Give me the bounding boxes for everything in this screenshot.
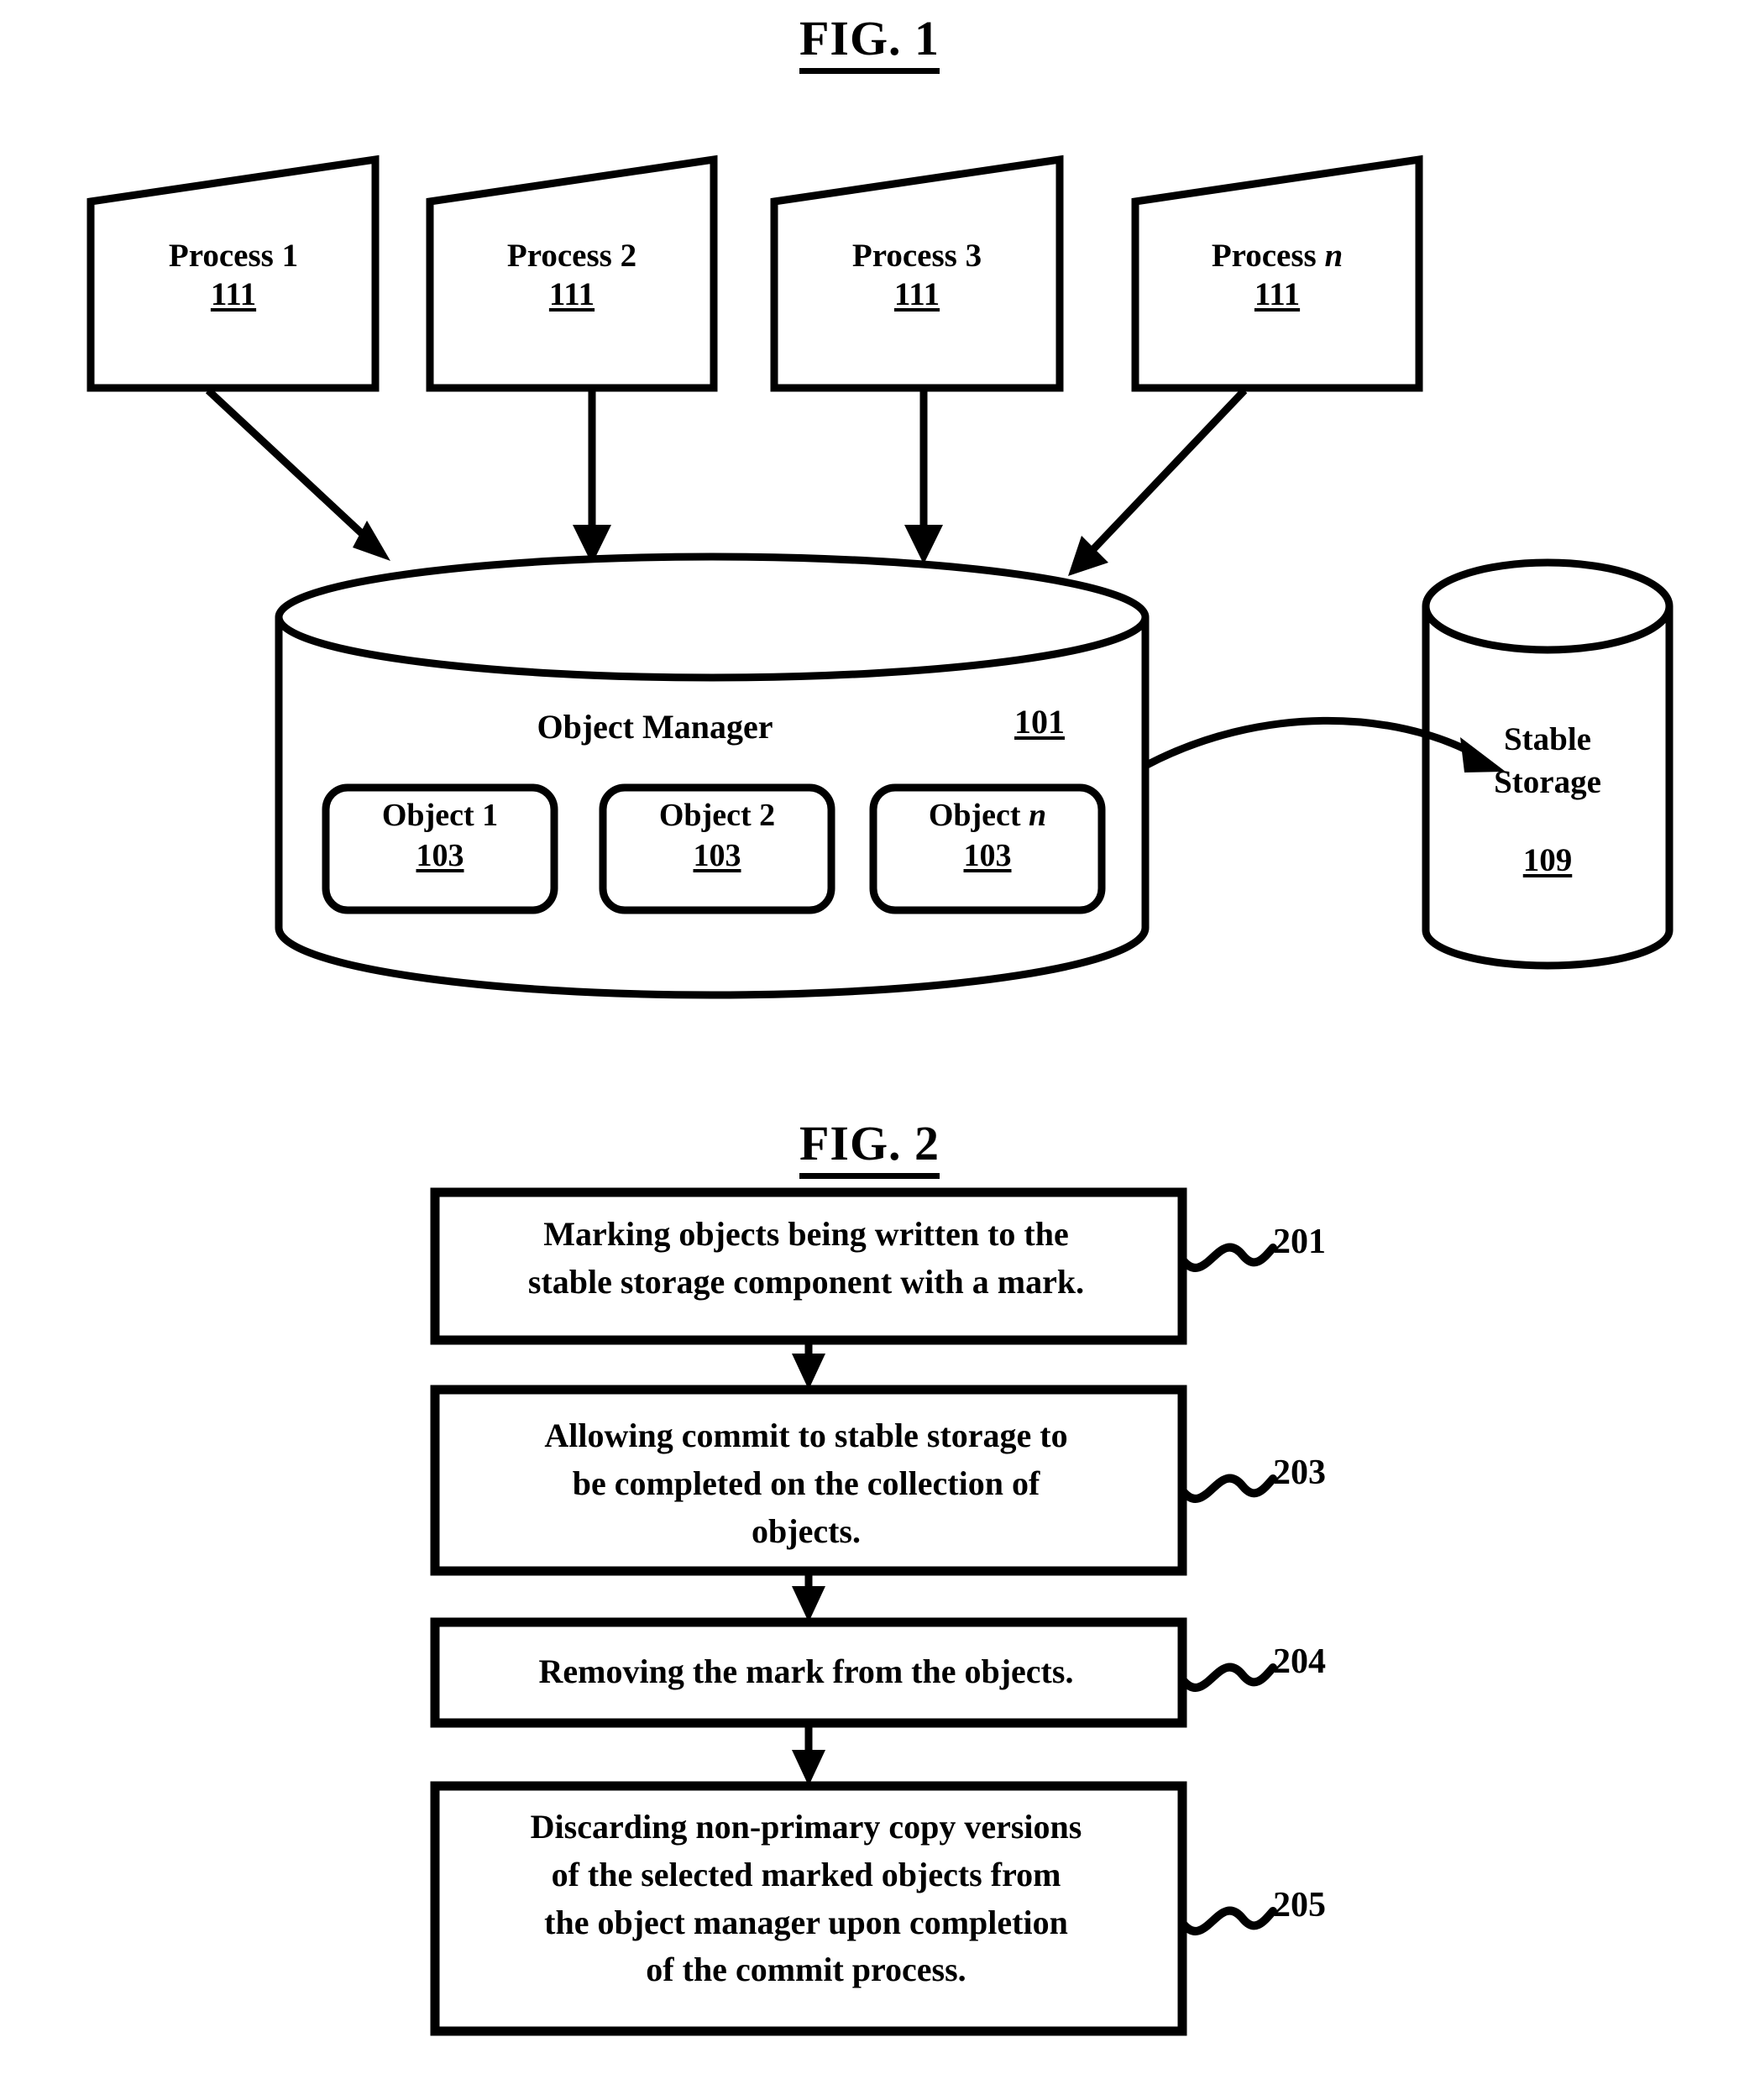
object-2-label: Object 2 103 xyxy=(604,796,830,876)
figure-2-title: FIG. 2 xyxy=(0,1115,1739,1179)
process-3-ref: 111 xyxy=(893,276,940,313)
flow-step-205-ref: 205 xyxy=(1273,1886,1326,1925)
stable-storage-label: Stable Storage xyxy=(1443,718,1653,804)
flow-step-203-line-2: be completed on the collection of xyxy=(572,1464,1040,1502)
lead-line-201 xyxy=(1178,1243,1277,1272)
object-n-ref: 103 xyxy=(963,837,1012,873)
object-1-ref: 103 xyxy=(416,837,464,873)
flow-step-204-text: Removing the mark from the objects. xyxy=(437,1648,1176,1696)
object-2-ref: 103 xyxy=(693,837,741,873)
flow-step-205-line-3: the object manager upon completion xyxy=(544,1903,1068,1941)
object-manager-label: Object Manager xyxy=(537,708,773,746)
object-1-label: Object 1 103 xyxy=(327,796,553,876)
flow-step-201-line-2: stable storage component with a mark. xyxy=(527,1262,1085,1301)
object-n-italic: n xyxy=(1029,798,1047,833)
figure-1-title-text: FIG. 1 xyxy=(799,11,940,65)
process-3-label: Process 3 111 xyxy=(774,237,1060,314)
flow-arrow-204-205 xyxy=(792,1723,825,1786)
figure-2-title-underline xyxy=(799,1173,940,1179)
flow-step-201-text: Marking objects being written to the sta… xyxy=(437,1211,1176,1307)
flow-step-205-line-2: of the selected marked objects from xyxy=(551,1855,1061,1893)
process-n-name: Process n xyxy=(1211,238,1344,274)
process-2-ref: 111 xyxy=(548,276,595,313)
process-2-name: Process 2 xyxy=(506,238,637,274)
stable-storage-ref: 109 xyxy=(1522,842,1573,878)
object-2-name: Object 2 xyxy=(658,798,776,833)
stable-storage-ref-wrap: 109 xyxy=(1443,841,1653,879)
object-manager-ref: 101 xyxy=(1014,703,1065,741)
process-2-label: Process 2 111 xyxy=(429,237,715,314)
process-n-label: Process n 111 xyxy=(1134,237,1420,314)
process-1-label: Process 1 111 xyxy=(91,237,376,314)
figure-1-title-underline xyxy=(799,68,940,74)
flow-step-205-text: Discarding non-primary copy versions of … xyxy=(437,1804,1176,1994)
flow-step-201-line-1: Marking objects being written to the xyxy=(543,1215,1069,1253)
object-manager-cylinder xyxy=(275,552,1150,999)
process-3-name: Process 3 xyxy=(851,238,982,274)
process-1-ref: 111 xyxy=(210,276,257,313)
flow-step-203-line-1: Allowing commit to stable storage to xyxy=(544,1417,1068,1454)
object-n-label: Object n 103 xyxy=(874,796,1101,876)
process-n-ref: 111 xyxy=(1254,276,1301,313)
lead-line-203 xyxy=(1178,1474,1277,1503)
arrow-process2-to-manager xyxy=(573,390,611,564)
flow-step-203-ref: 203 xyxy=(1273,1453,1326,1492)
flow-step-204-line-1: Removing the mark from the objects. xyxy=(538,1652,1074,1690)
flow-step-204-ref: 204 xyxy=(1273,1642,1326,1681)
object-1-name: Object 1 xyxy=(381,798,499,833)
arrow-processn-to-manager xyxy=(1068,387,1248,576)
flow-step-203-text: Allowing commit to stable storage to be … xyxy=(437,1412,1176,1555)
flow-step-201-ref: 201 xyxy=(1273,1223,1326,1261)
figure-1-title: FIG. 1 xyxy=(0,10,1739,74)
flow-step-203-line-3: objects. xyxy=(752,1511,861,1550)
stable-storage-line-1: Stable xyxy=(1503,721,1591,757)
flow-step-205-line-4: of the commit process. xyxy=(646,1951,966,1989)
arrow-process1-to-manager xyxy=(205,387,390,561)
lead-line-204 xyxy=(1178,1663,1277,1692)
figure-2-title-text: FIG. 2 xyxy=(799,1116,940,1170)
flow-arrow-203-204 xyxy=(792,1571,825,1622)
process-1-name: Process 1 xyxy=(168,238,299,274)
object-n-name: Object n xyxy=(928,798,1047,833)
process-n-italic: n xyxy=(1324,238,1344,274)
stable-storage-line-2: Storage xyxy=(1494,764,1601,801)
flow-step-205-line-1: Discarding non-primary copy versions xyxy=(530,1808,1082,1846)
flow-arrow-201-203 xyxy=(792,1340,825,1390)
figure-artwork xyxy=(86,154,1674,2036)
arrow-process3-to-manager xyxy=(904,390,943,564)
lead-line-205 xyxy=(1178,1906,1277,1935)
